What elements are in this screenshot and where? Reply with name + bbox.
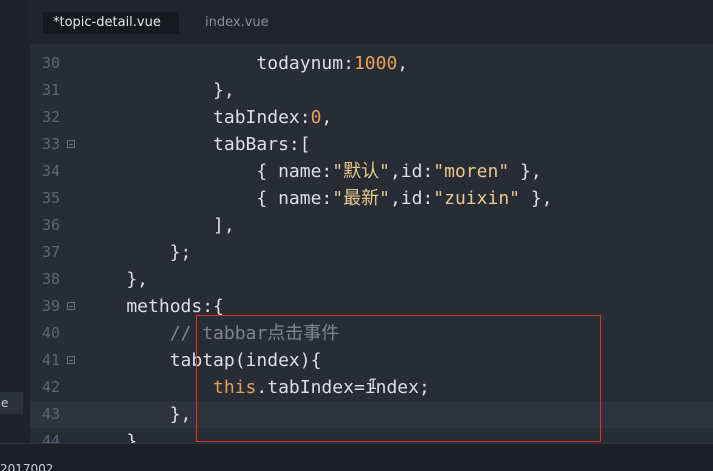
code-line[interactable]: 44 } [30,428,713,443]
line-number: 37 [41,243,60,261]
code-line[interactable]: 40 // tabbar点击事件 [30,320,713,347]
code-text: tabBars:[ [83,131,311,158]
code-line[interactable]: 36 ], [30,212,713,239]
code-text: methods:{ [83,293,224,320]
code-token: } [83,431,138,443]
code-token: ], [83,215,235,236]
line-number: 40 [41,324,60,342]
code-token: 0 [310,107,322,128]
code-token: 1000 [353,53,398,74]
line-number: 34 [41,162,60,180]
line-number: 39 [41,297,60,315]
line-number: 35 [41,189,60,207]
code-text: } [83,428,137,443]
code-line[interactable]: 37 }; [30,239,713,266]
code-line[interactable]: 39 methods:{ [30,293,713,320]
line-number: 41 [41,351,60,369]
code-token: "zuixin" [433,188,520,209]
code-token: { name: [83,188,333,209]
code-line[interactable]: 43 }, [30,401,713,428]
code-text: tabIndex:0, [83,104,332,131]
code-token: ,id: [389,161,434,182]
code-text: tabtap(index){ [83,347,322,374]
line-number: 42 [41,378,60,396]
line-number: 38 [41,270,60,288]
code-line[interactable]: 38 }, [30,266,713,293]
line-number: 31 [41,81,60,99]
line-number: 36 [41,216,60,234]
code-line[interactable]: 41 tabtap(index){ [30,347,713,374]
code-token: tabtap(index){ [83,350,322,371]
code-line[interactable]: 31 }, [30,77,713,104]
code-token: }, [509,161,542,182]
line-number: 32 [41,108,60,126]
tab-index[interactable]: index.vue [205,12,269,34]
status-text: 2017002 [0,462,54,471]
code-token: }; [83,242,192,263]
sidebar-peek-label[interactable]: e [0,392,23,414]
code-text: // tabbar点击事件 [83,320,340,347]
code-token: "最新" [332,188,390,209]
code-text: ], [83,212,235,239]
code-text: todaynum:1000, [83,50,408,77]
tab-topic-detail[interactable]: *topic-detail.vue [43,12,179,34]
code-token: this [213,377,257,398]
code-token: tabBars:[ [83,134,311,155]
code-line[interactable]: 32 tabIndex:0, [30,104,713,131]
line-number: 44 [41,432,60,443]
code-text: }, [83,266,148,293]
code-token: todaynum: [83,53,354,74]
file-sidebar[interactable]: e [0,0,31,443]
code-line[interactable]: 34 { name:"默认",id:"moren" }, [30,158,713,185]
code-token: { name: [83,161,333,182]
tab-bar: *topic-detail.vue index.vue [30,0,713,44]
fold-toggle-icon[interactable] [67,356,75,364]
code-line[interactable]: 30 todaynum:1000, [30,50,713,77]
editor-window: e *topic-detail.vue index.vue 30 todaynu… [0,0,713,471]
code-token: methods:{ [83,296,224,317]
code-token: }, [83,404,192,425]
fold-toggle-icon[interactable] [67,140,75,148]
code-text: }, [83,401,192,428]
code-token: }, [83,269,149,290]
code-token: // tabbar点击事件 [169,323,340,344]
code-text: }; [83,239,192,266]
line-number: 43 [41,405,60,423]
code-token: tabIndex: [83,107,311,128]
text-cursor-icon: I [369,377,378,393]
code-text: }, [83,77,235,104]
code-token: ,id: [389,188,434,209]
code-token: }, [83,80,235,101]
code-line[interactable]: 33 tabBars:[ [30,131,713,158]
code-token: .tabIndex=index; [256,377,430,398]
code-token: "默认" [332,161,390,182]
code-text: { name:"最新",id:"zuixin" }, [83,185,553,212]
code-text: { name:"默认",id:"moren" }, [83,158,542,185]
code-text: this.tabIndex=index; [83,374,430,401]
line-number: 33 [41,135,60,153]
code-token: , [321,107,333,128]
fold-toggle-icon[interactable] [67,302,75,310]
status-bar: 2017002 [0,443,713,471]
code-token: , [397,53,409,74]
code-token: }, [520,188,553,209]
code-line[interactable]: 35 { name:"最新",id:"zuixin" }, [30,185,713,212]
line-number: 30 [41,54,60,72]
code-token: "moren" [433,161,510,182]
